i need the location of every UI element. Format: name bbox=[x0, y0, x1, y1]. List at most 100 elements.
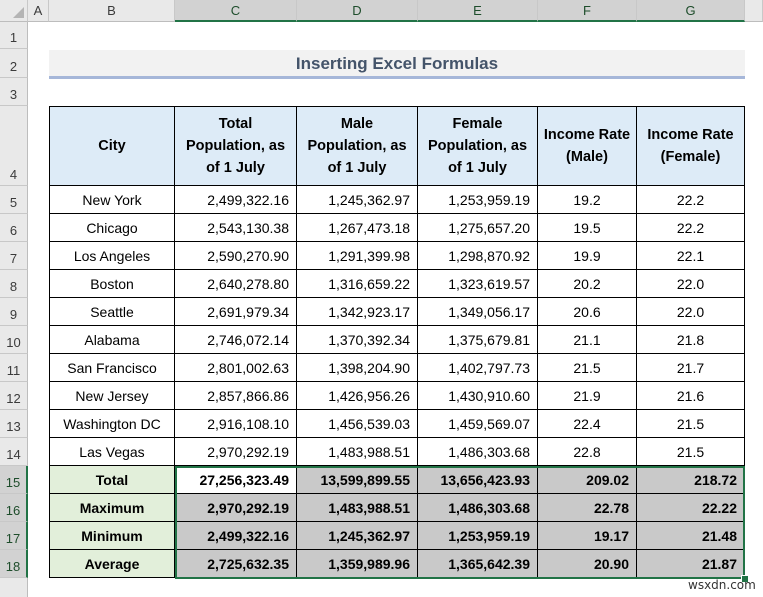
summary-cell[interactable]: 2,499,322.16 bbox=[175, 522, 297, 550]
summary-label-cell[interactable]: Total bbox=[49, 466, 175, 494]
data-cell[interactable]: 1,267,473.18 bbox=[297, 214, 418, 242]
row-header-11[interactable]: 11 bbox=[0, 354, 28, 382]
row-header-10[interactable]: 10 bbox=[0, 326, 28, 354]
data-cell[interactable]: 2,857,866.86 bbox=[175, 382, 297, 410]
row-header-12[interactable]: 12 bbox=[0, 382, 28, 410]
data-cell[interactable]: 2,640,278.80 bbox=[175, 270, 297, 298]
city-cell[interactable]: Boston bbox=[49, 270, 175, 298]
header-cell[interactable]: Total Population, as of 1 July bbox=[175, 106, 297, 186]
city-cell[interactable]: New Jersey bbox=[49, 382, 175, 410]
row-header-14[interactable]: 14 bbox=[0, 438, 28, 466]
data-cell[interactable]: 1,375,679.81 bbox=[418, 326, 538, 354]
summary-cell[interactable]: 20.90 bbox=[538, 550, 637, 578]
data-cell[interactable]: 1,459,569.07 bbox=[418, 410, 538, 438]
column-header-f[interactable]: F bbox=[538, 0, 637, 22]
row-header-13[interactable]: 13 bbox=[0, 410, 28, 438]
data-cell[interactable]: 2,691,979.34 bbox=[175, 298, 297, 326]
data-cell[interactable]: 1,349,056.17 bbox=[418, 298, 538, 326]
row-header-7[interactable]: 7 bbox=[0, 242, 28, 270]
data-cell[interactable]: 22.2 bbox=[637, 214, 745, 242]
row-header-1[interactable]: 1 bbox=[0, 22, 28, 49]
header-cell[interactable]: Income Rate (Male) bbox=[538, 106, 637, 186]
data-cell[interactable]: 2,970,292.19 bbox=[175, 438, 297, 466]
data-cell[interactable]: 1,245,362.97 bbox=[297, 186, 418, 214]
summary-cell[interactable]: 218.72 bbox=[637, 466, 745, 494]
summary-cell[interactable]: 13,656,423.93 bbox=[418, 466, 538, 494]
column-header-e[interactable]: E bbox=[418, 0, 538, 22]
city-cell[interactable]: Las Vegas bbox=[49, 438, 175, 466]
summary-cell[interactable]: 22.78 bbox=[538, 494, 637, 522]
data-cell[interactable]: 1,486,303.68 bbox=[418, 438, 538, 466]
summary-cell[interactable]: 1,245,362.97 bbox=[297, 522, 418, 550]
data-cell[interactable]: 21.6 bbox=[637, 382, 745, 410]
data-cell[interactable]: 1,342,923.17 bbox=[297, 298, 418, 326]
row-header-4[interactable]: 4 bbox=[0, 106, 28, 186]
row-header-16[interactable]: 16 bbox=[0, 494, 28, 522]
summary-cell[interactable]: 1,486,303.68 bbox=[418, 494, 538, 522]
summary-cell[interactable]: 2,970,292.19 bbox=[175, 494, 297, 522]
data-cell[interactable]: 20.2 bbox=[538, 270, 637, 298]
data-cell[interactable]: 21.7 bbox=[637, 354, 745, 382]
data-cell[interactable]: 1,430,910.60 bbox=[418, 382, 538, 410]
summary-cell[interactable]: 1,253,959.19 bbox=[418, 522, 538, 550]
data-cell[interactable]: 21.5 bbox=[637, 410, 745, 438]
summary-cell[interactable]: 209.02 bbox=[538, 466, 637, 494]
summary-cell[interactable]: 21.87 bbox=[637, 550, 745, 578]
data-cell[interactable]: 19.9 bbox=[538, 242, 637, 270]
summary-label-cell[interactable]: Maximum bbox=[49, 494, 175, 522]
data-cell[interactable]: 1,398,204.90 bbox=[297, 354, 418, 382]
city-cell[interactable]: New York bbox=[49, 186, 175, 214]
data-cell[interactable]: 1,298,870.92 bbox=[418, 242, 538, 270]
data-cell[interactable]: 22.0 bbox=[637, 298, 745, 326]
row-header-3[interactable]: 3 bbox=[0, 78, 28, 106]
summary-cell[interactable]: 1,365,642.39 bbox=[418, 550, 538, 578]
data-cell[interactable]: 2,499,322.16 bbox=[175, 186, 297, 214]
summary-label-cell[interactable]: Average bbox=[49, 550, 175, 578]
summary-cell[interactable]: 21.48 bbox=[637, 522, 745, 550]
data-cell[interactable]: 1,456,539.03 bbox=[297, 410, 418, 438]
active-cell[interactable]: 27,256,323.49 bbox=[175, 466, 297, 494]
data-cell[interactable]: 21.5 bbox=[538, 354, 637, 382]
summary-label-cell[interactable]: Minimum bbox=[49, 522, 175, 550]
select-all-button[interactable] bbox=[0, 0, 28, 22]
data-cell[interactable]: 1,291,399.98 bbox=[297, 242, 418, 270]
data-cell[interactable]: 1,253,959.19 bbox=[418, 186, 538, 214]
header-cell[interactable]: City bbox=[49, 106, 175, 186]
data-cell[interactable]: 2,801,002.63 bbox=[175, 354, 297, 382]
data-cell[interactable]: 1,426,956.26 bbox=[297, 382, 418, 410]
data-cell[interactable]: 1,370,392.34 bbox=[297, 326, 418, 354]
column-header-d[interactable]: D bbox=[297, 0, 418, 22]
data-cell[interactable]: 22.2 bbox=[637, 186, 745, 214]
column-header-a[interactable]: A bbox=[28, 0, 49, 22]
summary-cell[interactable]: 1,359,989.96 bbox=[297, 550, 418, 578]
data-cell[interactable]: 21.8 bbox=[637, 326, 745, 354]
data-cell[interactable]: 1,323,619.57 bbox=[418, 270, 538, 298]
data-cell[interactable]: 21.5 bbox=[637, 438, 745, 466]
data-cell[interactable]: 21.9 bbox=[538, 382, 637, 410]
row-header-18[interactable]: 18 bbox=[0, 550, 28, 578]
row-header-2[interactable]: 2 bbox=[0, 49, 28, 78]
row-header-8[interactable]: 8 bbox=[0, 270, 28, 298]
data-cell[interactable]: 2,746,072.14 bbox=[175, 326, 297, 354]
column-header-c[interactable]: C bbox=[175, 0, 297, 22]
summary-cell[interactable]: 19.17 bbox=[538, 522, 637, 550]
city-cell[interactable]: Los Angeles bbox=[49, 242, 175, 270]
data-cell[interactable]: 19.5 bbox=[538, 214, 637, 242]
column-header-b[interactable]: B bbox=[49, 0, 175, 22]
data-cell[interactable]: 22.0 bbox=[637, 270, 745, 298]
header-cell[interactable]: Male Population, as of 1 July bbox=[297, 106, 418, 186]
row-header-6[interactable]: 6 bbox=[0, 214, 28, 242]
header-cell[interactable]: Female Population, as of 1 July bbox=[418, 106, 538, 186]
data-cell[interactable]: 1,483,988.51 bbox=[297, 438, 418, 466]
city-cell[interactable]: Seattle bbox=[49, 298, 175, 326]
row-header-9[interactable]: 9 bbox=[0, 298, 28, 326]
row-header-5[interactable]: 5 bbox=[0, 186, 28, 214]
data-cell[interactable]: 1,316,659.22 bbox=[297, 270, 418, 298]
data-cell[interactable]: 22.1 bbox=[637, 242, 745, 270]
city-cell[interactable]: Washington DC bbox=[49, 410, 175, 438]
header-cell[interactable]: Income Rate (Female) bbox=[637, 106, 745, 186]
row-header-15[interactable]: 15 bbox=[0, 466, 28, 494]
data-cell[interactable]: 22.8 bbox=[538, 438, 637, 466]
summary-cell[interactable]: 13,599,899.55 bbox=[297, 466, 418, 494]
data-cell[interactable]: 2,916,108.10 bbox=[175, 410, 297, 438]
